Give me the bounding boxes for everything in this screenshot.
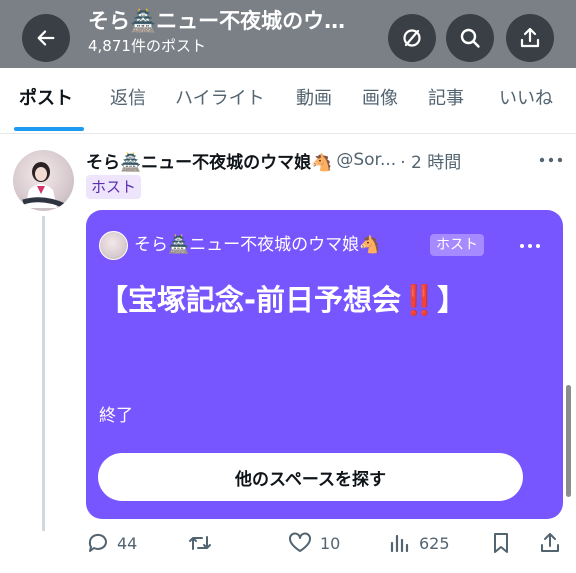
- profile-header: そら🏯ニュー不夜城のウ… 4,871件のポスト: [0, 0, 576, 68]
- author-handle[interactable]: @Sor...: [336, 150, 396, 170]
- space-card[interactable]: そら🏯ニュー不夜城のウマ娘🐴 ホスト 【宝塚記念-前日予想会‼️】 終了 他のス…: [86, 210, 563, 519]
- tab-likes[interactable]: いいね: [499, 86, 553, 112]
- post-count: 4,871件のポスト: [88, 37, 206, 55]
- hide-icon: [403, 29, 421, 47]
- arrow-left-icon: [37, 30, 55, 46]
- space-status: 終了: [99, 406, 133, 426]
- scrollbar[interactable]: [566, 385, 571, 497]
- page-title: そら🏯ニュー不夜城のウ…: [88, 9, 346, 33]
- space-host-name: そら🏯ニュー不夜城のウマ娘🐴: [134, 235, 381, 255]
- post-time[interactable]: · 2 時間: [400, 148, 461, 173]
- search-icon: [460, 28, 480, 48]
- tab-articles[interactable]: 記事: [428, 86, 464, 112]
- hide-button[interactable]: [388, 14, 436, 62]
- search-button[interactable]: [446, 14, 494, 62]
- tab-videos[interactable]: 動画: [296, 86, 332, 112]
- like-button[interactable]: 10: [287, 526, 340, 560]
- active-tab-indicator: [14, 127, 84, 131]
- space-title: 【宝塚記念-前日予想会‼️】: [99, 283, 467, 317]
- reply-count: 44: [117, 533, 138, 553]
- tab-images[interactable]: 画像: [362, 86, 398, 112]
- repost-icon: [189, 536, 211, 550]
- avatar[interactable]: [13, 150, 74, 211]
- view-count: 625: [419, 533, 450, 553]
- share-icon: [520, 27, 540, 48]
- thread-line: [42, 216, 45, 531]
- views-chart-icon: [390, 534, 409, 553]
- space-more-icon[interactable]: [518, 240, 542, 252]
- repost-button[interactable]: [187, 526, 220, 560]
- share-post-button[interactable]: [538, 526, 562, 560]
- post-actions: 44 10 625: [0, 526, 576, 560]
- back-button[interactable]: [22, 14, 70, 62]
- views-button[interactable]: 625: [388, 526, 450, 560]
- share-button[interactable]: [506, 14, 554, 62]
- bookmark-icon: [494, 533, 508, 553]
- avatar-image: [22, 162, 67, 209]
- header-title-group: そら🏯ニュー不夜城のウ… 4,871件のポスト: [88, 6, 378, 56]
- bookmark-button[interactable]: [490, 526, 512, 560]
- tab-posts[interactable]: ポスト: [19, 86, 73, 112]
- tab-replies[interactable]: 返信: [110, 86, 146, 112]
- post-header: そら🏯ニュー不夜城のウマ娘🐴 @Sor... · 2 時間: [86, 146, 461, 174]
- profile-tabs: ポスト 返信 ハイライト 動画 画像 記事 いいね: [0, 68, 576, 134]
- host-badge: ホスト: [86, 175, 142, 199]
- author-name[interactable]: そら🏯ニュー不夜城のウマ娘🐴: [86, 148, 332, 173]
- like-count: 10: [320, 533, 341, 553]
- reply-button[interactable]: 44: [86, 526, 137, 560]
- heart-icon: [289, 532, 311, 552]
- explore-spaces-button[interactable]: 他のスペースを探す: [98, 453, 523, 501]
- space-host-avatar: [99, 231, 128, 260]
- share-icon: [541, 533, 559, 552]
- more-icon[interactable]: [536, 150, 566, 170]
- space-host-badge: ホスト: [430, 234, 484, 256]
- tab-highlights[interactable]: ハイライト: [175, 86, 265, 112]
- reply-icon: [88, 533, 107, 552]
